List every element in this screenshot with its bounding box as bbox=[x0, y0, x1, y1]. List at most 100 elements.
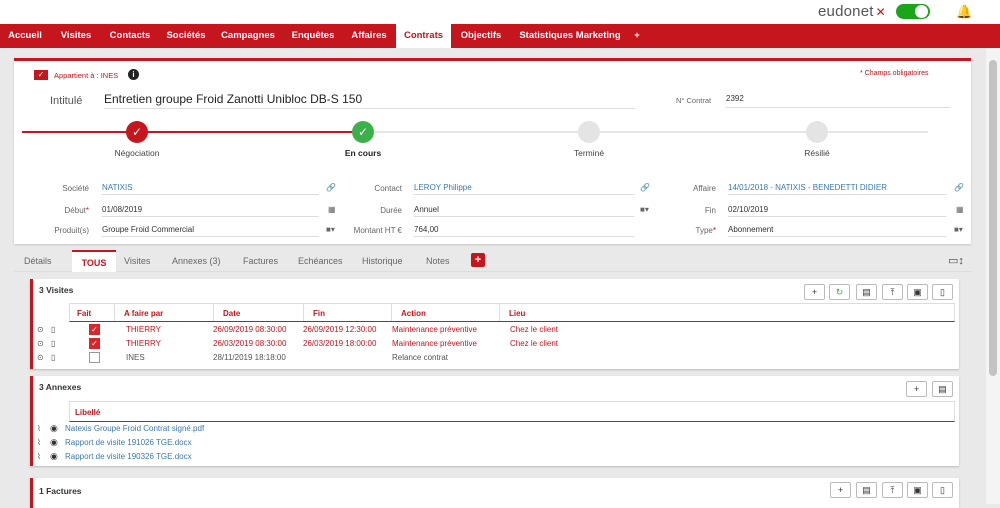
societe-field[interactable]: NATIXIS bbox=[102, 183, 319, 195]
folder-icon[interactable]: ■▾ bbox=[640, 205, 649, 214]
merge-icon[interactable]: ▣ bbox=[907, 482, 928, 498]
debut-label: Début* bbox=[64, 206, 89, 215]
link-icon[interactable]: 🔗 bbox=[326, 183, 336, 192]
duree-label: Durée bbox=[380, 206, 402, 215]
eye-icon[interactable]: ◉ bbox=[50, 423, 58, 434]
filter-icon[interactable]: ▤ bbox=[932, 381, 953, 397]
filter-icon[interactable]: ▤ bbox=[856, 284, 877, 300]
visites-title: 3 Visites bbox=[39, 285, 74, 295]
col-divider bbox=[303, 304, 304, 321]
annex-link[interactable]: Natexis Groupe Froid Contrat signé.pdf bbox=[65, 424, 204, 433]
affaire-label: Affaire bbox=[693, 184, 716, 193]
step-done-circle[interactable]: ✓ bbox=[126, 121, 148, 143]
visit-assignee[interactable]: INES bbox=[126, 353, 145, 362]
link-icon[interactable]: 🔗 bbox=[640, 183, 650, 192]
scrollbar-thumb[interactable] bbox=[989, 60, 997, 376]
nav-tab-visites[interactable]: Visites bbox=[52, 28, 100, 47]
tab-annexes-3-[interactable]: Annexes (3) bbox=[172, 256, 221, 266]
col-fait: Fait bbox=[77, 309, 92, 318]
nav-tab-contacts[interactable]: Contacts bbox=[102, 28, 158, 47]
annexes-header bbox=[69, 401, 955, 422]
done-checkbox[interactable]: ✓ bbox=[89, 324, 100, 335]
type-field[interactable]: Abonnement bbox=[728, 225, 946, 237]
document-icon[interactable]: ▯ bbox=[932, 284, 953, 300]
visit-location: Chez le client bbox=[510, 325, 559, 334]
factures-title: 1 Factures bbox=[39, 486, 82, 496]
fin-field[interactable]: 02/10/2019 bbox=[728, 205, 946, 217]
eye-icon[interactable]: ◉ bbox=[50, 437, 58, 448]
document-icon[interactable]: ▯ bbox=[51, 353, 55, 362]
paperclip-icon[interactable]: ⌇ bbox=[37, 424, 41, 433]
collapse-icon[interactable]: ▭↕ bbox=[948, 254, 964, 267]
step-todo-circle[interactable] bbox=[578, 121, 600, 143]
step-current-circle[interactable]: ✓ bbox=[352, 121, 374, 143]
clock-icon[interactable]: ⊙ bbox=[37, 353, 44, 362]
clock-icon[interactable]: ⊙ bbox=[37, 325, 44, 334]
merge-icon[interactable]: ▣ bbox=[907, 284, 928, 300]
nav-tab-accueil[interactable]: Accueil bbox=[0, 28, 50, 47]
link-icon[interactable]: 🔗 bbox=[954, 183, 964, 192]
step-todo-circle[interactable] bbox=[806, 121, 828, 143]
info-icon[interactable]: i bbox=[128, 69, 139, 80]
contact-field[interactable]: LEROY Philippe bbox=[414, 183, 634, 195]
title-field[interactable]: Entretien groupe Froid Zanotti Unibloc D… bbox=[104, 92, 635, 109]
step-label: Négociation bbox=[114, 148, 160, 158]
document-icon[interactable]: ▯ bbox=[51, 325, 55, 334]
annex-link[interactable]: Rapport de visite 191026 TGE.docx bbox=[65, 438, 192, 447]
tab-notes[interactable]: Notes bbox=[426, 256, 450, 266]
nav-tab-statistiques-marketing[interactable]: Statistiques Marketing bbox=[511, 28, 629, 47]
record-card: ✓ Appartient à : INES i * Champs obligat… bbox=[14, 58, 971, 244]
tab-ech-ances[interactable]: Echéances bbox=[298, 256, 343, 266]
add-tab-button[interactable]: + bbox=[471, 253, 485, 267]
visit-assignee[interactable]: THIERRY bbox=[126, 325, 161, 334]
add-icon[interactable]: + bbox=[830, 482, 851, 498]
montant-label: Montant HT € bbox=[353, 226, 402, 235]
add-icon[interactable]: + bbox=[804, 284, 825, 300]
duree-field[interactable]: Annuel bbox=[414, 205, 634, 217]
col-libelle: Libellé bbox=[75, 408, 101, 417]
add-icon[interactable]: + bbox=[906, 381, 927, 397]
paperclip-icon[interactable]: ⌇ bbox=[37, 452, 41, 461]
nav-tab-enqu-tes[interactable]: Enquêtes bbox=[284, 28, 342, 47]
owner-checkbox[interactable]: ✓ bbox=[34, 70, 48, 80]
nav-tab-campagnes[interactable]: Campagnes bbox=[214, 28, 282, 47]
visit-action: Relance contrat bbox=[392, 353, 449, 362]
calendar-icon[interactable]: ▦ bbox=[328, 205, 336, 214]
tab-historique[interactable]: Historique bbox=[362, 256, 403, 266]
done-checkbox[interactable] bbox=[89, 352, 100, 363]
export-icon[interactable]: ⤒ bbox=[882, 284, 903, 300]
tab-factures[interactable]: Factures bbox=[243, 256, 278, 266]
toggle-switch[interactable] bbox=[896, 4, 930, 19]
nav-tab-contrats[interactable]: Contrats bbox=[396, 24, 451, 48]
calendar-icon[interactable]: ▦ bbox=[956, 205, 964, 214]
nav-tab-affaires[interactable]: Affaires bbox=[344, 28, 394, 47]
folder-icon[interactable]: ■▾ bbox=[954, 225, 963, 234]
paperclip-icon[interactable]: ⌇ bbox=[37, 438, 41, 447]
annex-link[interactable]: Rapport de visite 190326 TGE.docx bbox=[65, 452, 192, 461]
montant-field[interactable]: 764,00 bbox=[414, 225, 634, 237]
eye-icon[interactable]: ◉ bbox=[50, 451, 58, 462]
tab-tous[interactable]: TOUS bbox=[72, 250, 116, 272]
step-label: En cours bbox=[344, 148, 382, 158]
debut-field[interactable]: 01/08/2019 bbox=[102, 205, 319, 217]
tab-d-tails[interactable]: Détails bbox=[24, 256, 52, 266]
nav-tab-soci-t-s[interactable]: Sociétés bbox=[160, 28, 212, 47]
scrollbar[interactable] bbox=[986, 48, 1000, 504]
affaire-field[interactable]: 14/01/2018 - NATIXIS - BENEDETTI DIDIER bbox=[728, 183, 946, 195]
visit-location: Chez le client bbox=[510, 339, 559, 348]
document-icon[interactable]: ▯ bbox=[932, 482, 953, 498]
nav-tab-objectifs[interactable]: Objectifs bbox=[453, 28, 509, 47]
export-icon[interactable]: ⤒ bbox=[882, 482, 903, 498]
clock-icon[interactable]: ⊙ bbox=[37, 339, 44, 348]
nav-tab--[interactable]: + bbox=[629, 28, 645, 47]
filter-icon[interactable]: ▤ bbox=[856, 482, 877, 498]
document-icon[interactable]: ▯ bbox=[51, 339, 55, 348]
bell-icon[interactable]: 🔔 bbox=[956, 4, 972, 20]
tab-visites[interactable]: Visites bbox=[124, 256, 150, 266]
col-action: Action bbox=[401, 309, 426, 318]
produits-field[interactable]: Groupe Froid Commercial bbox=[102, 225, 319, 237]
contract-no-field[interactable]: 2392 bbox=[726, 94, 950, 108]
done-checkbox[interactable]: ✓ bbox=[89, 338, 100, 349]
refresh-icon[interactable]: ↻ bbox=[829, 284, 850, 300]
visit-assignee[interactable]: THIERRY bbox=[126, 339, 161, 348]
